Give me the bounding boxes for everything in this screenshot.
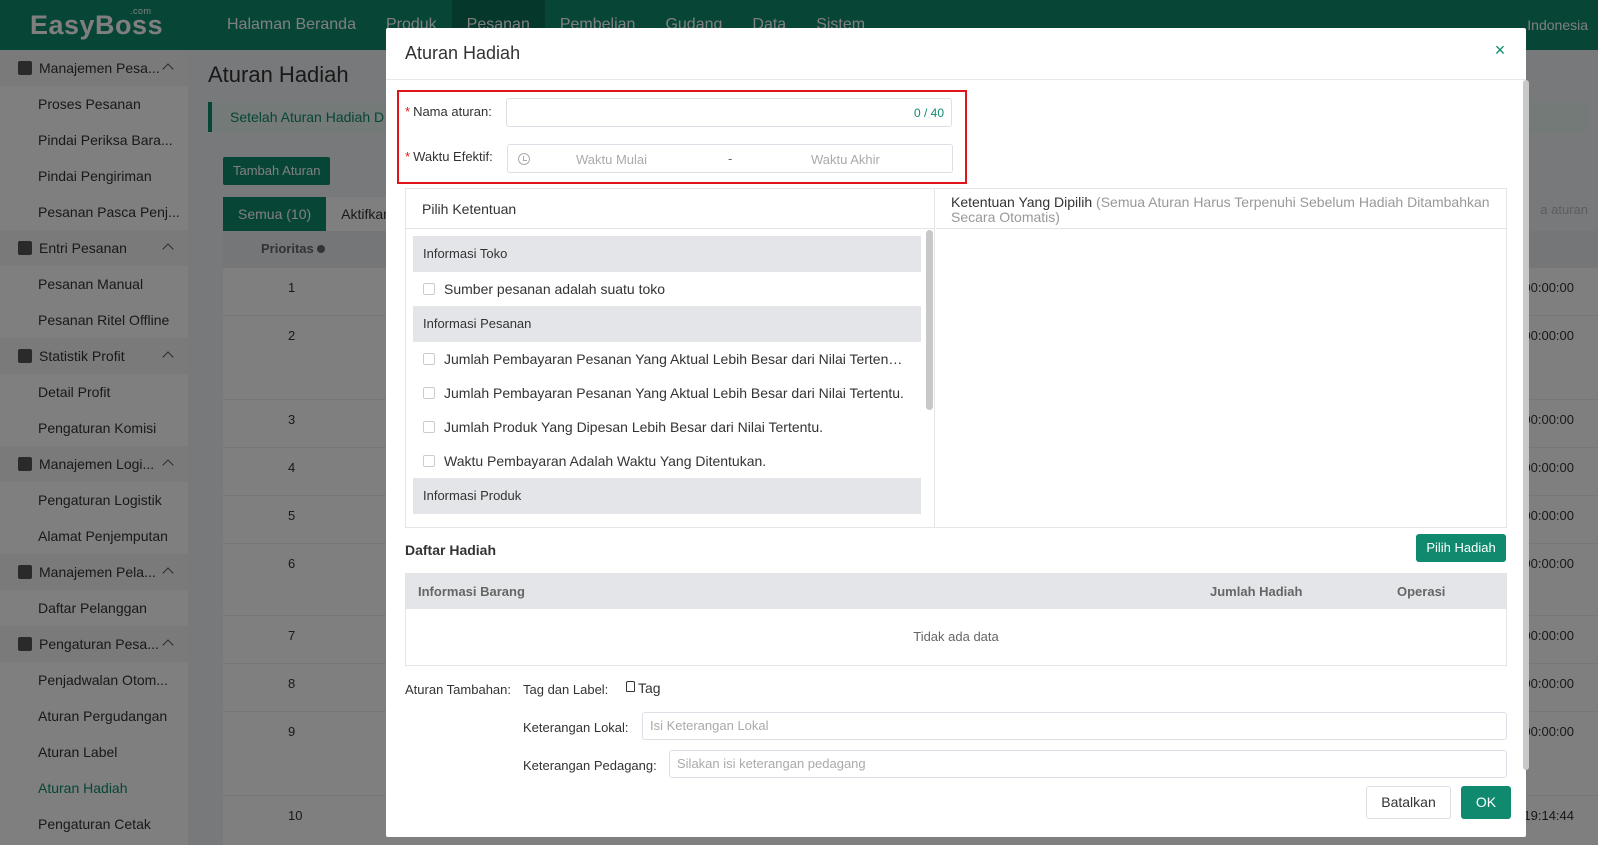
checkbox[interactable]	[423, 387, 435, 399]
selected-title: Ketentuan Yang Dipilih	[951, 194, 1093, 210]
conditions-panel: Pilih Ketentuan Informasi Toko Sumber pes…	[405, 188, 1507, 528]
condition-scroll-thumb[interactable]	[926, 230, 933, 410]
tag-icon	[626, 680, 635, 692]
selected-conditions-header: Ketentuan Yang Dipilih (Semua Aturan Har…	[936, 189, 1507, 229]
ok-button[interactable]: OK	[1461, 786, 1511, 819]
condition-option[interactable]: Jumlah Produk Yang Dipesan Lebih Besar d…	[413, 410, 921, 444]
checkbox[interactable]	[423, 455, 435, 467]
rule-name-input[interactable]: 0 / 40	[506, 98, 952, 127]
range-separator: -	[728, 151, 733, 166]
condition-group-informasi-produk: Informasi Produk	[413, 478, 921, 514]
condition-group-informasi-toko: Informasi Toko	[413, 236, 921, 272]
condition-group-informasi-pesanan: Informasi Pesanan	[413, 306, 921, 342]
tag-link-text: Tag	[638, 680, 661, 696]
condition-picker-header: Pilih Ketentuan	[406, 189, 934, 229]
condition-label: Sumber pesanan adalah suatu toko	[444, 281, 666, 297]
condition-picker: Pilih Ketentuan Informasi Toko Sumber pes…	[406, 189, 935, 527]
dialog-scrollbar[interactable]	[1523, 80, 1529, 780]
col-operation: Operasi	[1397, 584, 1446, 599]
merchant-note-input[interactable]: Silakan isi keterangan pedagang	[669, 750, 1507, 778]
effective-time-label: * Waktu Efektif:	[405, 149, 493, 164]
date-range-picker[interactable]: Waktu Mulai - Waktu Akhir	[507, 144, 953, 173]
start-time-input[interactable]: Waktu Mulai	[576, 152, 647, 167]
dialog-title: Aturan Hadiah	[405, 43, 521, 63]
condition-label: Jumlah Pembayaran Pesanan Yang Aktual Le…	[444, 385, 904, 401]
local-note-label: Keterangan Lokal:	[523, 720, 629, 735]
checkbox[interactable]	[423, 283, 435, 295]
gift-list-title: Daftar Hadiah	[405, 542, 497, 558]
gift-table-header: Informasi Barang Jumlah Hadiah Operasi	[406, 574, 1506, 609]
cancel-button[interactable]: Batalkan	[1366, 786, 1451, 819]
local-note-input[interactable]: Isi Keterangan Lokal	[642, 712, 1507, 740]
close-icon[interactable]: ×	[1492, 41, 1508, 59]
end-time-input[interactable]: Waktu Akhir	[811, 152, 880, 167]
tag-label: Tag dan Label:	[523, 682, 609, 697]
rule-name-label: * Nama aturan:	[405, 104, 492, 119]
condition-label: Waktu Pembayaran Adalah Waktu Yang Diten…	[444, 453, 767, 469]
condition-list: Informasi Toko Sumber pesanan adalah suat…	[413, 236, 921, 526]
col-item-info: Informasi Barang	[418, 584, 525, 599]
checkbox[interactable]	[423, 353, 435, 365]
condition-option[interactable]: Waktu Pembayaran Adalah Waktu Yang Diten…	[413, 444, 921, 478]
rule-name-row: * Nama aturan:	[405, 104, 492, 119]
dialog-scroll-thumb[interactable]	[1523, 80, 1529, 770]
tag-button[interactable]: Tag	[626, 680, 661, 696]
empty-state: Tidak ada data	[913, 629, 999, 644]
checkbox[interactable]	[423, 421, 435, 433]
dialog-header: Aturan Hadiah ×	[386, 28, 1526, 80]
condition-option[interactable]: Jumlah Pembayaran Pesanan Yang Aktual Le…	[413, 342, 921, 376]
clock-icon	[518, 153, 530, 165]
condition-label: Jumlah Produk Yang Dipesan Lebih Besar d…	[444, 419, 823, 435]
gift-table: Informasi Barang Jumlah Hadiah Operasi T…	[405, 573, 1507, 666]
condition-label: Jumlah Pembayaran Pesanan Yang Aktual Le…	[444, 351, 904, 367]
pick-gift-button[interactable]: Pilih Hadiah	[1416, 534, 1506, 562]
gift-rule-dialog: Aturan Hadiah × * Nama aturan: 0 / 40 * Wa…	[386, 28, 1529, 837]
extra-rule-label: Aturan Tambahan:	[405, 682, 511, 697]
merchant-note-label: Keterangan Pedagang:	[523, 758, 657, 773]
char-counter: 0 / 40	[913, 106, 944, 120]
col-gift-qty: Jumlah Hadiah	[1210, 584, 1303, 599]
condition-scrollbar[interactable]	[926, 230, 933, 527]
condition-option[interactable]: Sumber pesanan adalah suatu toko	[413, 272, 921, 306]
condition-option[interactable]: Jumlah Pembayaran Pesanan Yang Aktual Le…	[413, 376, 921, 410]
effective-time-row: * Waktu Efektif:	[405, 149, 493, 164]
